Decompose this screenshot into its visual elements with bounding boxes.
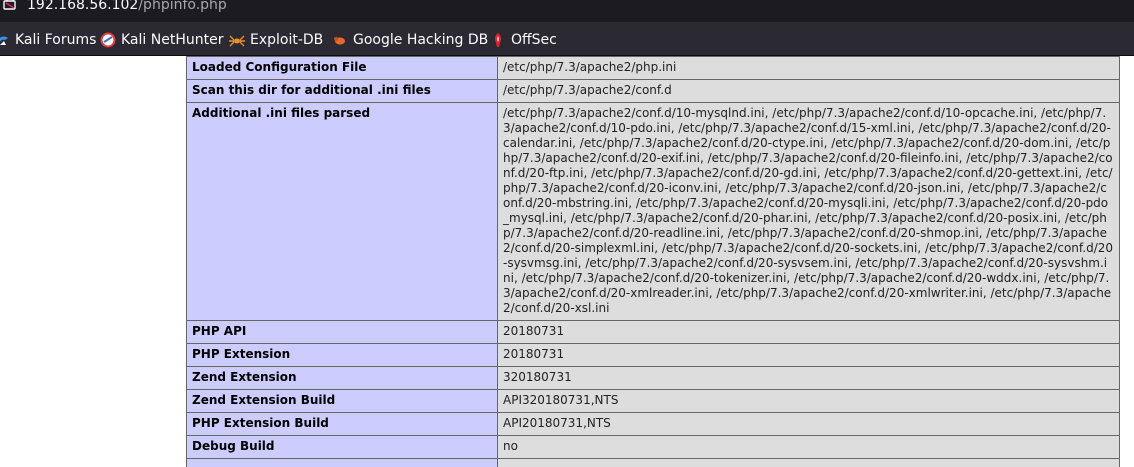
bookmark-kali-nethunter[interactable]: Kali NetHunter (100, 31, 223, 49)
kali-dragon-icon (0, 36, 8, 45)
row-label: Zend Extension (186, 366, 498, 390)
row-value: API20180731,NTS (497, 412, 1120, 436)
table-row: PHP Extension Build API20180731,NTS (186, 412, 1120, 436)
row-value: /etc/php/7.3/apache2/php.ini (497, 56, 1120, 80)
row-value: /etc/php/7.3/apache2/conf.d/10-mysqlnd.i… (497, 102, 1120, 321)
page-info-icon[interactable] (3, 0, 17, 14)
bookmark-label: Google Hacking DB (353, 32, 489, 48)
address-bar[interactable]: 192.168.56.102/phpinfo.php (0, 0, 1134, 22)
bookmark-kali-forums[interactable]: Kali Forums (0, 31, 96, 49)
table-row: Zend Extension 320180731 (186, 366, 1120, 390)
bookmarks-toolbar: Kali Forums Kali NetHunter Exploit-DB Go… (0, 22, 1134, 56)
row-value: /etc/php/7.3/apache2/conf.d (497, 79, 1120, 103)
bookmark-label: Kali Forums (15, 32, 97, 48)
exploit-db-spider-icon (229, 35, 245, 47)
table-row: Debug Build no (186, 435, 1120, 459)
row-value: 20180731 (497, 343, 1120, 367)
ghdb-bug-icon (334, 37, 345, 45)
table-row: PHP API 20180731 (186, 320, 1120, 344)
row-value: 20180731 (497, 320, 1120, 344)
row-label: PHP Extension Build (186, 412, 498, 436)
row-value: 320180731 (497, 366, 1120, 390)
bookmark-offsec[interactable]: OffSec (490, 31, 557, 49)
url-path: /phpinfo.php (138, 0, 227, 13)
table-row: Additional .ini files parsed /etc/php/7.… (186, 102, 1120, 321)
row-value: API320180731,NTS (497, 389, 1120, 413)
table-row (186, 458, 1120, 467)
table-row: Loaded Configuration File /etc/php/7.3/a… (186, 56, 1120, 80)
row-label: Scan this dir for additional .ini files (186, 79, 498, 103)
table-row: PHP Extension 20180731 (186, 343, 1120, 367)
row-value: no (497, 435, 1120, 459)
page-content: Loaded Configuration File /etc/php/7.3/a… (0, 56, 1134, 467)
row-label: Loaded Configuration File (186, 56, 498, 80)
bookmark-exploit-db[interactable]: Exploit-DB (229, 31, 323, 49)
row-label: PHP Extension (186, 343, 498, 367)
row-value (497, 458, 1120, 467)
row-label: Additional .ini files parsed (186, 102, 498, 321)
table-row: Zend Extension Build API320180731,NTS (186, 389, 1120, 413)
url-host: 192.168.56.102 (27, 0, 139, 13)
table-row: Scan this dir for additional .ini files … (186, 79, 1120, 103)
row-label (186, 458, 498, 467)
bookmark-label: Exploit-DB (250, 32, 324, 48)
nethunter-icon (100, 32, 116, 48)
row-label: Zend Extension Build (186, 389, 498, 413)
phpinfo-config-table: Loaded Configuration File /etc/php/7.3/a… (186, 56, 1120, 467)
bookmark-label: OffSec (511, 32, 557, 48)
bookmark-label: Kali NetHunter (121, 32, 224, 48)
url-text[interactable]: 192.168.56.102/phpinfo.php (27, 0, 227, 13)
offsec-icon (494, 33, 502, 47)
row-label: Debug Build (186, 435, 498, 459)
bookmark-google-hacking-db[interactable]: Google Hacking DB (332, 31, 488, 49)
row-label: PHP API (186, 320, 498, 344)
